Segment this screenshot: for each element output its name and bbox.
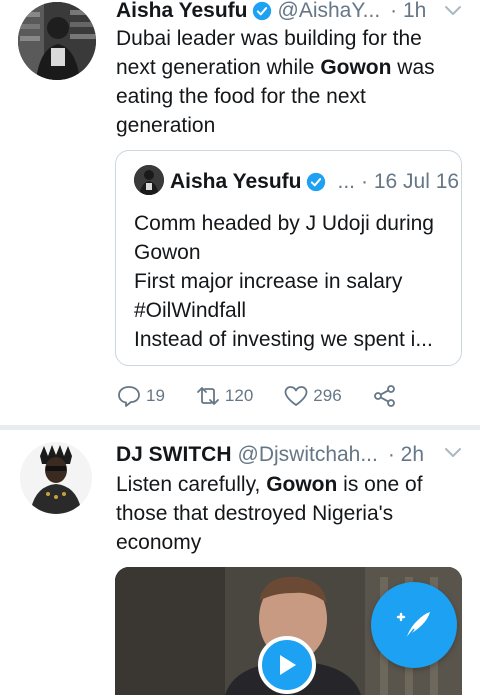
tweet-text-highlight: Gowon bbox=[266, 473, 338, 496]
quoted-tweet-header: Aisha Yesufu ... · 16 Jul 16 bbox=[170, 169, 459, 195]
author-name[interactable]: DJ SWITCH bbox=[116, 442, 232, 468]
quoted-text-line: Instead of investing we spent i... bbox=[134, 328, 433, 351]
reply-button[interactable]: 19 bbox=[116, 384, 165, 408]
tweet-text: Dubai leader was building for the next g… bbox=[116, 24, 456, 140]
retweet-count: 120 bbox=[224, 386, 254, 405]
quoted-text-line: First major increase in salary bbox=[134, 270, 403, 293]
author-handle[interactable]: ... bbox=[338, 169, 356, 195]
tweet-header: DJ SWITCH @Djswitchah... · 2h bbox=[116, 442, 424, 468]
tweet-time[interactable]: · 1h bbox=[390, 0, 426, 24]
compose-tweet-button[interactable] bbox=[371, 582, 457, 668]
like-button[interactable]: 296 bbox=[283, 384, 342, 408]
quoted-tweet[interactable]: Aisha Yesufu ... · 16 Jul 16 Comm headed… bbox=[115, 150, 462, 366]
tweet-actions: 19 120 296 bbox=[116, 382, 432, 410]
like-count: 296 bbox=[313, 386, 342, 405]
chevron-down-icon[interactable] bbox=[444, 4, 462, 18]
retweet-button[interactable]: 120 bbox=[195, 384, 253, 408]
quoted-text-line: Gowon bbox=[134, 241, 201, 264]
avatar[interactable] bbox=[18, 2, 96, 80]
tweet-time[interactable]: · 16 Jul 16 bbox=[361, 169, 459, 195]
quoted-tweet-text: Comm headed by J Udoji during Gowon Firs… bbox=[134, 209, 454, 354]
play-button[interactable] bbox=[258, 636, 316, 694]
avatar[interactable] bbox=[134, 165, 164, 195]
quoted-text-line[interactable]: #OilWindfall bbox=[134, 296, 454, 325]
quoted-text-line: Comm headed by J Udoji during bbox=[134, 212, 434, 235]
tweet-header: Aisha Yesufu @AishaY... · 1h bbox=[116, 0, 426, 24]
reply-icon bbox=[118, 386, 140, 407]
tweet-text-part: Listen carefully, bbox=[116, 473, 267, 496]
share-button[interactable] bbox=[372, 384, 402, 408]
tweet[interactable]: Aisha Yesufu @AishaY... · 1h Dubai leade… bbox=[0, 0, 480, 426]
heart-icon bbox=[284, 386, 308, 406]
chevron-down-icon[interactable] bbox=[444, 446, 462, 460]
retweet-icon bbox=[197, 387, 219, 405]
author-handle[interactable]: @Djswitchah... bbox=[238, 442, 378, 468]
share-icon bbox=[373, 385, 395, 407]
reply-count: 19 bbox=[146, 386, 165, 405]
avatar[interactable] bbox=[20, 442, 92, 514]
author-name[interactable]: Aisha Yesufu bbox=[170, 169, 302, 195]
author-handle[interactable]: @AishaY... bbox=[278, 0, 381, 24]
tweet-text-highlight: Gowon bbox=[320, 56, 392, 79]
play-icon bbox=[280, 655, 296, 675]
tweet-time[interactable]: · 2h bbox=[388, 442, 424, 468]
verified-badge-icon bbox=[306, 172, 325, 192]
compose-tweet-icon bbox=[396, 612, 430, 640]
author-name[interactable]: Aisha Yesufu bbox=[116, 0, 248, 24]
tweet-text: Listen carefully, Gowon is one of those … bbox=[116, 470, 456, 557]
verified-badge-icon bbox=[252, 1, 271, 21]
